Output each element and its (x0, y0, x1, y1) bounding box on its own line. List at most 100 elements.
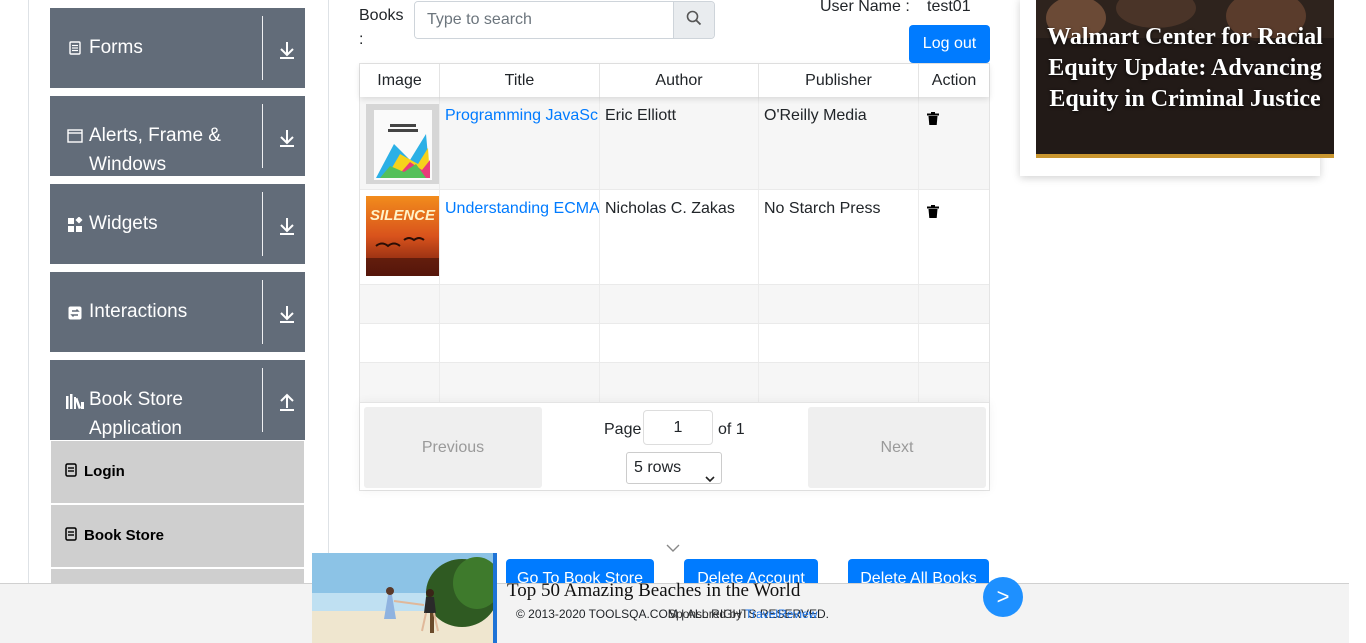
sidebar-group-label: Interactions (89, 301, 188, 322)
document-icon (67, 40, 83, 56)
column-header-image[interactable]: Image (360, 64, 440, 97)
empty-cell (759, 324, 919, 362)
ad-sponsor-prefix: Sponsored by (668, 607, 746, 621)
username-label: User Name : (820, 0, 910, 15)
sidebar-group-forms[interactable]: Forms (50, 8, 305, 88)
next-button[interactable]: Next (808, 407, 986, 488)
sidebar-group-book-store[interactable]: Book Store Application (50, 360, 305, 440)
page-label: Page (604, 421, 642, 438)
empty-cell (600, 363, 759, 402)
table-row-empty (360, 363, 989, 402)
username-value: test01 (927, 0, 971, 15)
page: Forms Alerts, Frame & Windows Widgets In… (0, 0, 1366, 643)
books-icon (65, 394, 85, 410)
divider (262, 280, 263, 344)
book-cover-image (366, 104, 439, 184)
empty-cell (440, 363, 600, 402)
download-arrow-icon[interactable] (276, 303, 298, 325)
empty-cell (360, 285, 440, 323)
download-arrow-icon[interactable] (276, 39, 298, 61)
sidebar-item-label: Book Store (84, 527, 165, 544)
upload-arrow-icon[interactable] (276, 391, 298, 413)
divider (262, 192, 263, 256)
ad-sponsor-brand[interactable]: TravelReview (745, 607, 817, 621)
delete-book-icon[interactable] (927, 112, 939, 125)
svg-text:SILENCE: SILENCE (370, 207, 436, 224)
book-title-link[interactable]: Understanding ECMAScript 6 (445, 200, 599, 217)
sidebar-group-widgets[interactable]: Widgets (50, 184, 305, 264)
empty-cell (600, 324, 759, 362)
right-advertisement[interactable]: Walmart Center for Racial Equity Update:… (1020, 0, 1334, 176)
table-header: Image Title Author Publisher Action (360, 64, 989, 97)
title-cell: Understanding ECMAScript 6 (440, 190, 600, 284)
ad-accent-strip (493, 553, 497, 643)
beach-ad-image[interactable] (312, 553, 493, 643)
sidebar-item-label: Login (84, 463, 125, 480)
sidebar-group-label: Book Store Application (89, 389, 183, 439)
sidebar-item-book-store[interactable]: Book Store (51, 505, 304, 567)
logout-button[interactable]: Log out (909, 25, 990, 63)
window-icon (67, 128, 83, 144)
author-cell: Nicholas C. Zakas (600, 190, 759, 284)
book-title-link[interactable]: Programming JavaScript Applications (445, 107, 599, 124)
empty-cell (759, 285, 919, 323)
ad-photo: Walmart Center for Racial Equity Update:… (1036, 0, 1334, 158)
column-header-action[interactable]: Action (919, 64, 989, 97)
table-row-empty (360, 285, 989, 324)
chevron-down-icon (666, 540, 680, 552)
empty-cell (440, 324, 600, 362)
column-header-publisher[interactable]: Publisher (759, 64, 919, 97)
book-cover-image: SILENCE (366, 196, 439, 276)
books-table: Image Title Author Publisher Action Prog… (359, 63, 990, 491)
rows-per-page-value: 5 rows (634, 459, 682, 476)
column-header-author[interactable]: Author (600, 64, 759, 97)
search-box (414, 1, 715, 39)
delete-book-icon[interactable] (927, 205, 939, 218)
sidebar-group-alerts[interactable]: Alerts, Frame & Windows (50, 96, 305, 176)
empty-cell (440, 285, 600, 323)
empty-cell (600, 285, 759, 323)
widgets-icon (67, 217, 83, 233)
books-label: Books : (359, 7, 404, 48)
ad-next-button[interactable]: > (983, 577, 1023, 617)
image-cell (360, 97, 440, 189)
ad-sponsor: Sponsored by TravelReview (668, 607, 817, 621)
previous-button[interactable]: Previous (364, 407, 542, 488)
sidebar-item-login[interactable]: Login (51, 441, 304, 503)
rows-per-page-select[interactable]: 5 rows (626, 452, 722, 484)
table-row-empty (360, 324, 989, 363)
page-number-input[interactable]: 1 (643, 410, 713, 445)
empty-cell (759, 363, 919, 402)
action-cell (919, 190, 989, 284)
divider (262, 16, 263, 80)
publisher-cell: O'Reilly Media (759, 97, 919, 189)
author-cell: Eric Elliott (600, 97, 759, 189)
sidebar-item-icon (65, 463, 77, 477)
divider (262, 368, 263, 432)
sidebar-group-label: Forms (89, 37, 143, 58)
search-input[interactable] (415, 2, 673, 38)
table-row: SILENCE Understanding ECMAScript 6 Nicho… (360, 190, 989, 285)
image-cell: SILENCE (360, 190, 440, 284)
download-arrow-icon[interactable] (276, 215, 298, 237)
title-cell: Programming JavaScript Applications (440, 97, 600, 189)
empty-cell (360, 324, 440, 362)
divider (262, 104, 263, 168)
publisher-cell: No Starch Press (759, 190, 919, 284)
download-arrow-icon[interactable] (276, 127, 298, 149)
ad-headline: Walmart Center for Racial Equity Update:… (1047, 24, 1323, 112)
search-icon (686, 10, 702, 31)
sidebar-group-label: Alerts, Frame & Windows (89, 125, 221, 175)
empty-cell (360, 363, 440, 402)
total-pages-label: of 1 (718, 421, 745, 438)
chevron-down-icon (705, 464, 715, 483)
table-row: Programming JavaScript Applications Eric… (360, 97, 989, 190)
action-cell (919, 97, 989, 189)
search-button[interactable] (673, 2, 714, 38)
interactions-icon (67, 305, 83, 321)
sidebar-group-interactions[interactable]: Interactions (50, 272, 305, 352)
pagination: Previous Page 1 of 1 5 rows Next (360, 402, 989, 490)
sidebar-group-label: Widgets (89, 213, 158, 234)
column-header-title[interactable]: Title (440, 64, 600, 97)
ad-title[interactable]: Top 50 Amazing Beaches in the World (507, 580, 800, 602)
